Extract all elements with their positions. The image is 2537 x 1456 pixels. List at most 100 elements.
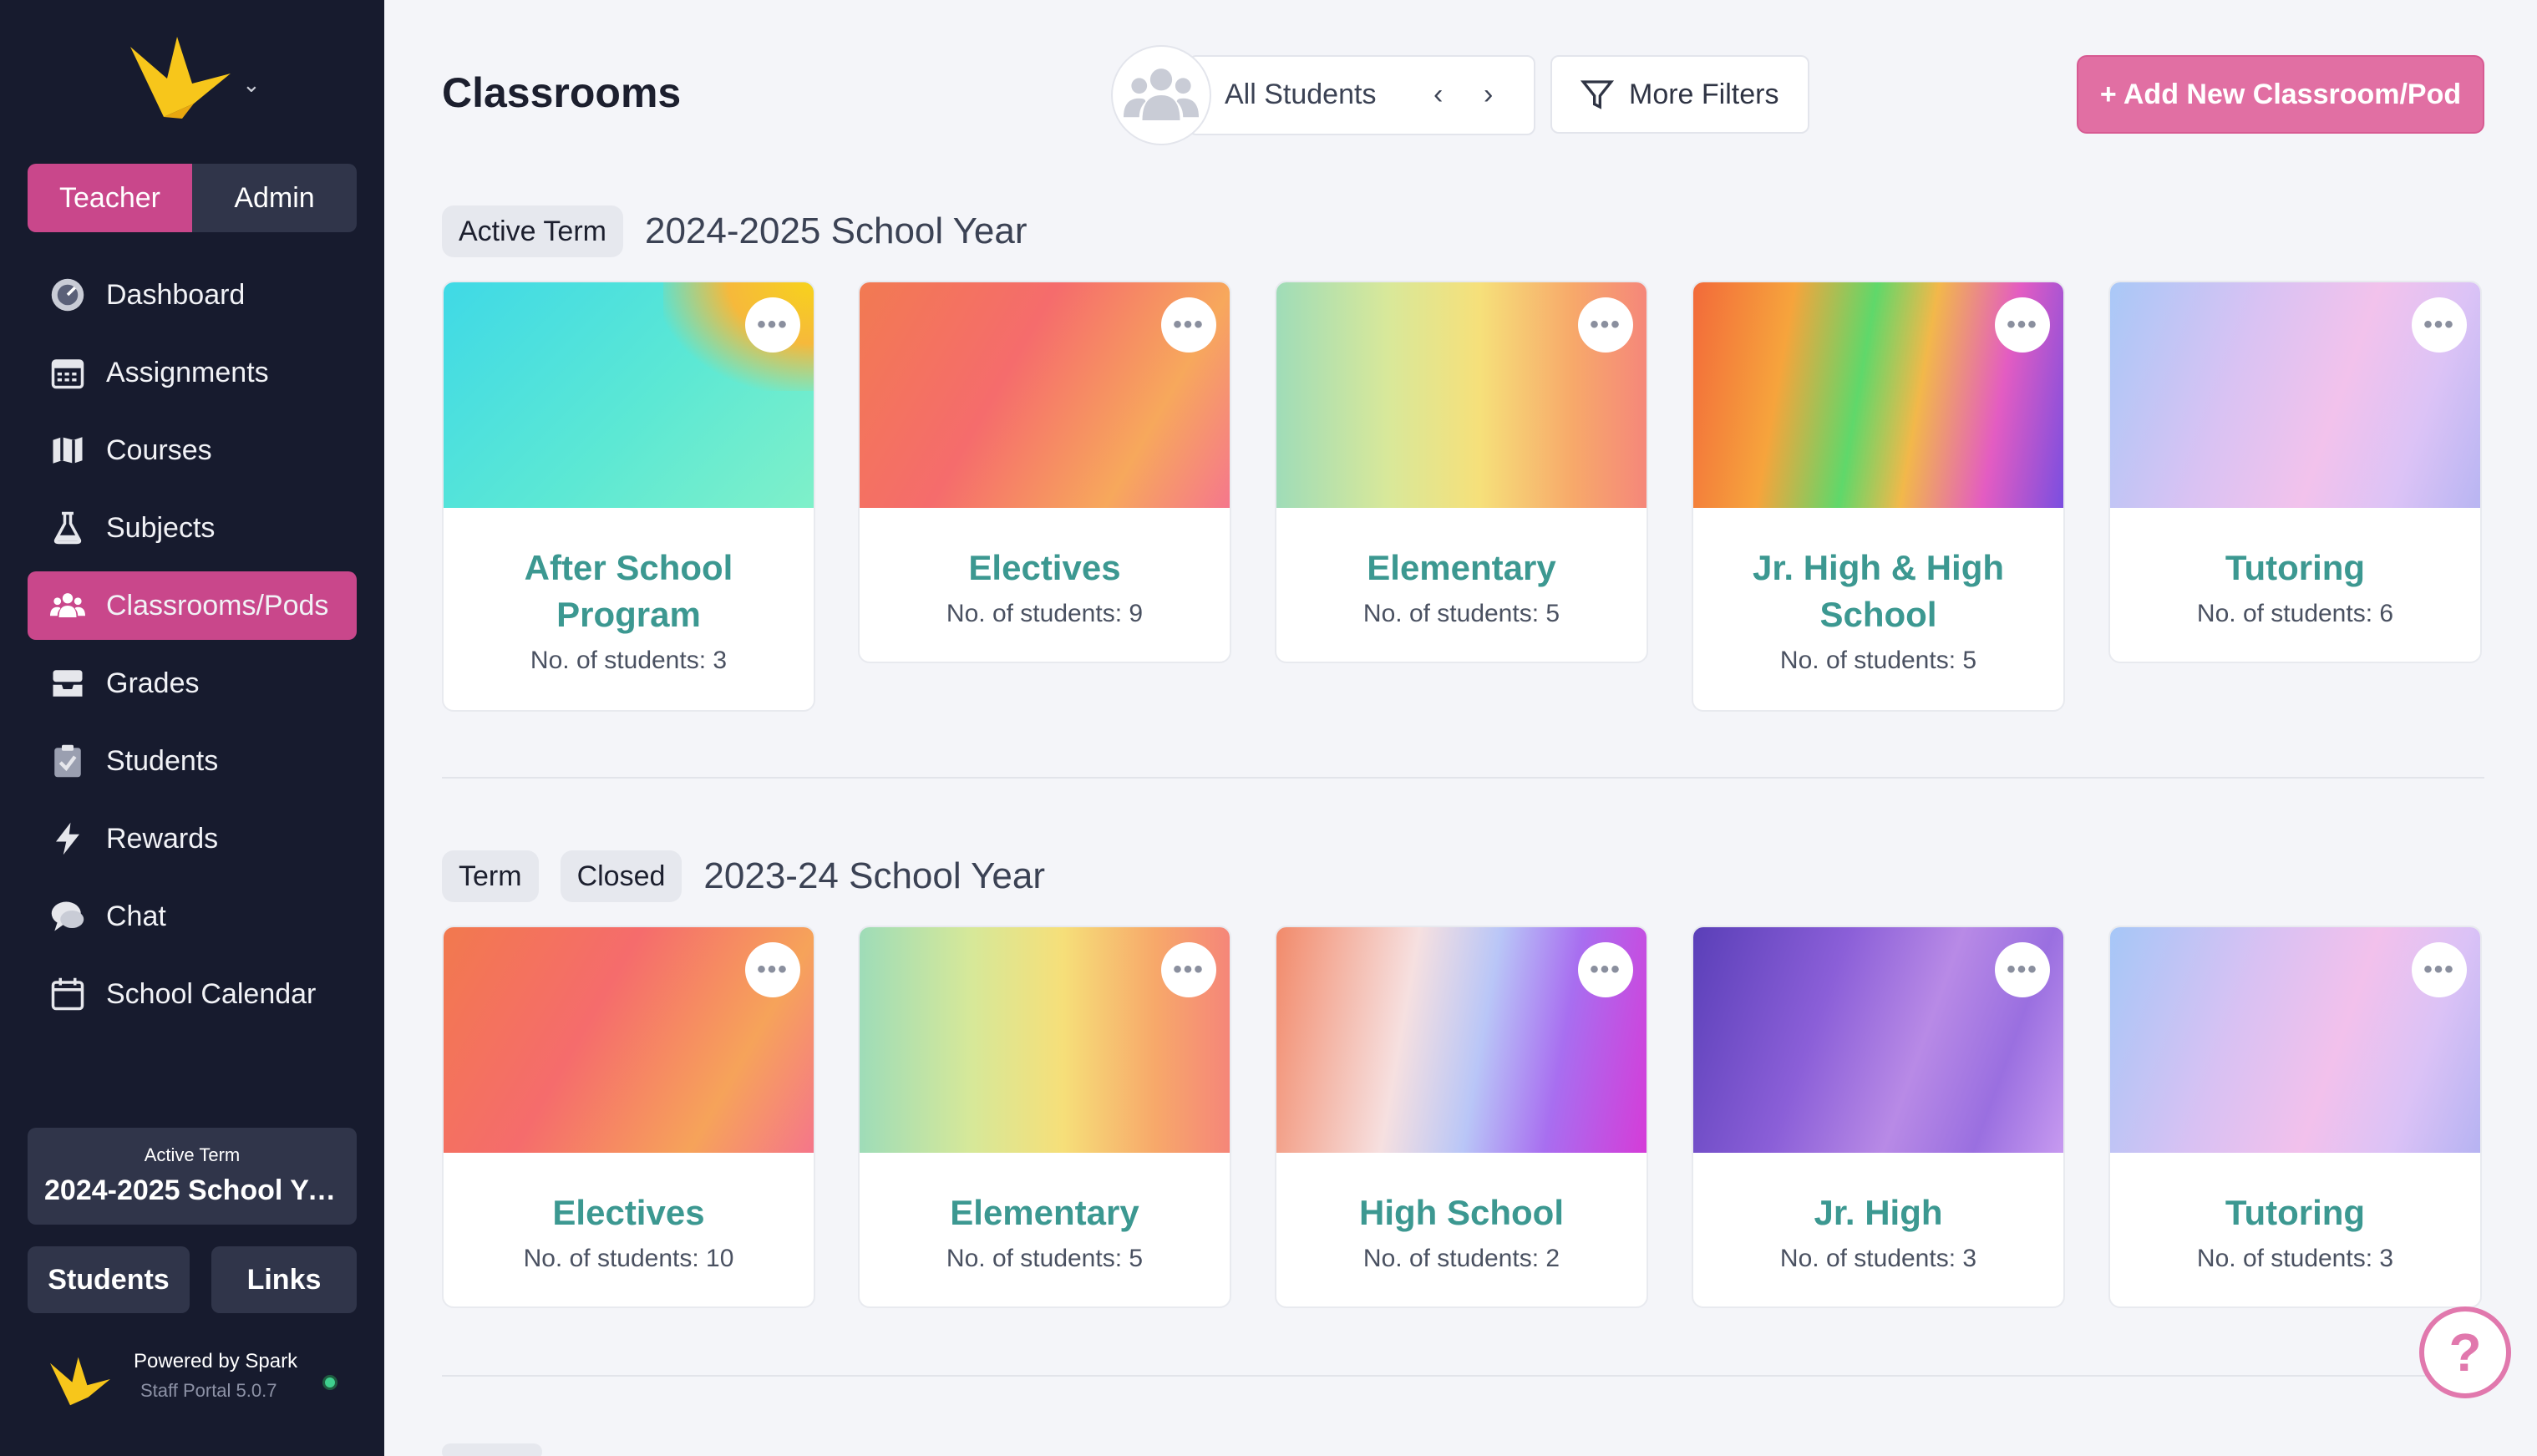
sidebar-item-courses[interactable]: Courses xyxy=(28,416,357,484)
flask-icon xyxy=(49,510,86,546)
section-divider xyxy=(442,1375,2484,1377)
status-dot-icon xyxy=(322,1375,337,1390)
help-button[interactable]: ? xyxy=(2419,1306,2511,1398)
role-admin-button[interactable]: Admin xyxy=(192,164,357,232)
card-cover-image: ••• xyxy=(2110,282,2480,508)
section-title: 2024-2025 School Year xyxy=(644,211,1027,251)
calendar-icon xyxy=(49,976,86,1012)
more-options-icon[interactable]: ••• xyxy=(1995,942,2050,997)
classroom-card[interactable]: ••• Tutoring No. of students: 6 xyxy=(2108,281,2482,663)
clipboard-check-icon xyxy=(49,743,86,779)
sidebar-item-label: Classrooms/Pods xyxy=(106,589,329,621)
classroom-card[interactable]: ••• After School Program No. of students… xyxy=(442,281,815,712)
card-name: Jr. High & High School xyxy=(1752,548,2004,634)
active-term-badge: Active Term xyxy=(442,205,623,257)
sidebar-item-grades[interactable]: Grades xyxy=(28,649,357,718)
more-filters-label: More Filters xyxy=(1629,78,1779,110)
sidebar-item-chat[interactable]: Chat xyxy=(28,882,357,951)
term-badge: Term xyxy=(442,850,539,902)
card-name: Electives xyxy=(968,548,1121,587)
chevron-right-icon[interactable]: › xyxy=(1484,79,1493,111)
links-button[interactable]: Links xyxy=(211,1246,357,1313)
classroom-card[interactable]: ••• Elementary No. of students: 5 xyxy=(858,926,1231,1308)
card-cover-image: ••• xyxy=(1693,927,2063,1153)
card-count: No. of students: 5 xyxy=(1362,600,1560,627)
more-options-icon[interactable]: ••• xyxy=(2412,942,2467,997)
card-name: High School xyxy=(1359,1193,1564,1232)
more-options-icon[interactable]: ••• xyxy=(745,942,800,997)
sidebar-item-assignments[interactable]: Assignments xyxy=(28,338,357,407)
card-cover-image: ••• xyxy=(2110,927,2480,1153)
classroom-card[interactable]: ••• Jr. High & High School No. of studen… xyxy=(1692,281,2065,712)
card-name: Electives xyxy=(552,1193,705,1232)
card-name: Tutoring xyxy=(2225,548,2366,587)
version-text: Staff Portal 5.0.7 xyxy=(140,1380,277,1401)
student-filter: All Students ‹ › xyxy=(1111,45,1535,145)
chevron-left-icon[interactable]: ‹ xyxy=(1433,79,1443,111)
card-name: Elementary xyxy=(950,1193,1139,1232)
add-classroom-button[interactable]: + Add New Classroom/Pod xyxy=(2077,55,2484,134)
spark-logo-icon[interactable] xyxy=(130,37,231,119)
calendar-grid-icon xyxy=(49,354,86,391)
sidebar-item-students[interactable]: Students xyxy=(28,727,357,795)
card-body: Tutoring No. of students: 3 xyxy=(2110,1153,2480,1273)
card-body: Electives No. of students: 10 xyxy=(444,1153,814,1273)
bolt-icon xyxy=(49,820,86,857)
card-count: No. of students: 9 xyxy=(946,600,1144,627)
more-options-icon[interactable]: ••• xyxy=(1578,942,1633,997)
classroom-card[interactable]: ••• Tutoring No. of students: 3 xyxy=(2108,926,2482,1308)
sidebar-item-label: Dashboard xyxy=(106,278,246,311)
sidebar-item-subjects[interactable]: Subjects xyxy=(28,494,357,562)
role-teacher-button[interactable]: Teacher xyxy=(28,164,192,232)
card-cover-image: ••• xyxy=(1276,927,1647,1153)
more-options-icon[interactable]: ••• xyxy=(1161,297,1216,353)
chat-bubble-icon xyxy=(49,898,86,935)
more-options-icon[interactable]: ••• xyxy=(1161,942,1216,997)
spark-mini-logo-icon xyxy=(50,1357,110,1407)
card-cover-image: ••• xyxy=(444,927,814,1153)
sidebar-item-rewards[interactable]: Rewards xyxy=(28,804,357,873)
card-body: High School No. of students: 2 xyxy=(1276,1153,1647,1273)
more-options-icon[interactable]: ••• xyxy=(2412,297,2467,353)
card-cover-image: ••• xyxy=(1693,282,2063,508)
classroom-card[interactable]: ••• Electives No. of students: 10 xyxy=(442,926,815,1308)
card-count: No. of students: 10 xyxy=(523,1245,734,1272)
section-divider xyxy=(442,777,2484,779)
sidebar-item-classrooms[interactable]: Classrooms/Pods xyxy=(28,571,357,640)
classroom-card[interactable]: ••• High School No. of students: 2 xyxy=(1275,926,1648,1308)
chevron-down-icon[interactable]: ⌄ xyxy=(242,72,261,98)
card-count: No. of students: 3 xyxy=(1779,1245,1977,1272)
card-name: Elementary xyxy=(1367,548,1556,587)
powered-by: Powered by Spark Staff Portal 5.0.7 xyxy=(50,1347,368,1407)
group-icon xyxy=(49,587,86,624)
active-term-selector[interactable]: Active Term 2024-2025 School Year xyxy=(28,1128,357,1225)
card-cover-image: ••• xyxy=(860,927,1230,1153)
role-toggle: Teacher Admin xyxy=(28,164,357,232)
more-filters-button[interactable]: More Filters xyxy=(1550,55,1809,134)
card-body: Electives No. of students: 9 xyxy=(860,508,1230,628)
classroom-card[interactable]: ••• Elementary No. of students: 5 xyxy=(1275,281,1648,663)
sidebar-bottom-buttons: Students Links xyxy=(28,1246,357,1313)
sidebar-item-label: Rewards xyxy=(106,822,219,855)
page-title: Classrooms xyxy=(442,69,682,116)
more-options-icon[interactable]: ••• xyxy=(745,297,800,353)
classroom-card[interactable]: ••• Electives No. of students: 9 xyxy=(858,281,1231,663)
card-count: No. of students: 3 xyxy=(2196,1245,2394,1272)
students-button[interactable]: Students xyxy=(28,1246,190,1313)
classroom-card[interactable]: ••• Jr. High No. of students: 3 xyxy=(1692,926,2065,1308)
sidebar-item-dashboard[interactable]: Dashboard xyxy=(28,261,357,329)
powered-by-text: Powered by Spark xyxy=(134,1350,298,1372)
student-filter-label: All Students xyxy=(1225,79,1377,110)
inbox-icon xyxy=(49,665,86,702)
card-cover-image: ••• xyxy=(444,282,814,508)
card-name: Tutoring xyxy=(2225,1193,2366,1232)
closed-badge: Closed xyxy=(560,850,682,902)
card-body: Jr. High No. of students: 3 xyxy=(1693,1153,2063,1273)
card-cover-image: ••• xyxy=(860,282,1230,508)
section-header-closed: Term Closed 2023-24 School Year xyxy=(442,850,1045,902)
more-options-icon[interactable]: ••• xyxy=(1578,297,1633,353)
card-body: Elementary No. of students: 5 xyxy=(1276,508,1647,628)
more-options-icon[interactable]: ••• xyxy=(1995,297,2050,353)
sidebar-item-school-calendar[interactable]: School Calendar xyxy=(28,960,357,1028)
sidebar-item-label: School Calendar xyxy=(106,977,317,1010)
